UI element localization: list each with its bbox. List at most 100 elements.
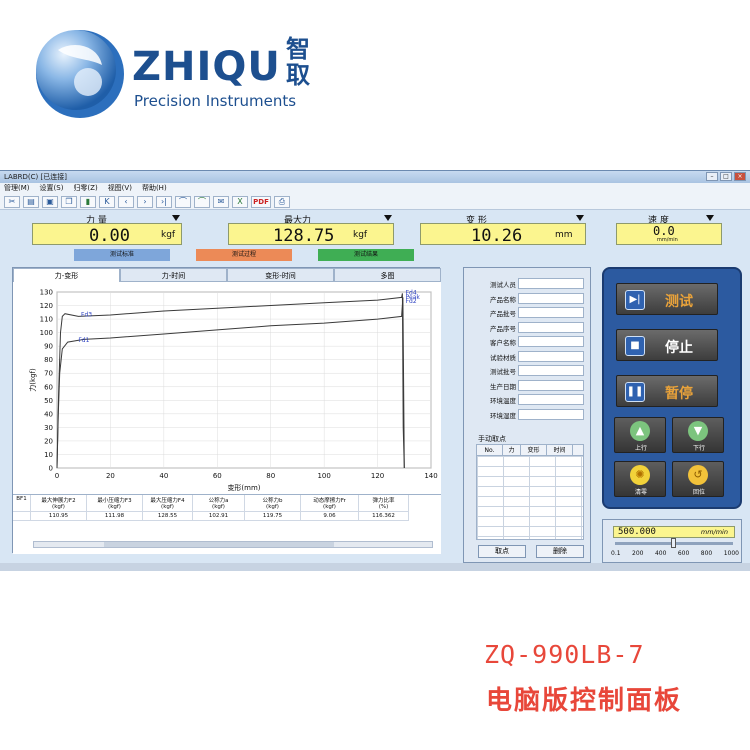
curve-icon[interactable]: ⌒ — [175, 196, 191, 208]
info-field-input[interactable] — [518, 408, 584, 420]
deformation-readout: 10.26 mm — [420, 223, 586, 246]
scrollbar-thumb[interactable] — [104, 542, 334, 547]
info-field-label: 测试批号 — [490, 368, 516, 376]
window-title: LABRD(C) [已连接] — [4, 173, 67, 181]
speed-slider[interactable] — [615, 538, 733, 548]
deformation-dropdown-icon[interactable] — [576, 215, 584, 221]
print-icon[interactable]: ⎙ — [274, 196, 290, 208]
header-title: BF1 — [16, 496, 27, 502]
open-icon[interactable]: ▤ — [23, 196, 39, 208]
header-title: 公称力a — [208, 498, 229, 504]
readouts-bar: 力 量 0.00 kgf 最大力 128.75 kgf 变 形 10.26 mm… — [0, 211, 750, 249]
curve-fit-icon[interactable]: ⌒ — [194, 196, 210, 208]
pick-point-button[interactable]: 取点 — [478, 545, 526, 558]
y-tick-label: 130 — [40, 289, 53, 297]
info-field-row: 产品批号 — [468, 307, 588, 319]
maximize-button[interactable]: □ — [720, 172, 732, 181]
info-field-input[interactable] — [518, 292, 584, 304]
minimize-button[interactable]: – — [706, 172, 718, 181]
speed-dropdown-icon[interactable] — [706, 215, 714, 221]
pause-button[interactable]: ❚❚ 暂停 — [616, 375, 718, 407]
pause-label: 暂停 — [665, 386, 693, 402]
results-cell: 9.06 — [301, 512, 359, 521]
next-icon[interactable]: › — [137, 196, 153, 208]
table-scrollbar[interactable] — [33, 541, 433, 548]
tab-deformation-time[interactable]: 变形-时间 — [227, 268, 334, 282]
mail-icon[interactable]: ✉ — [213, 196, 229, 208]
y-tick-label: 10 — [44, 451, 53, 459]
col-time: 时间 — [547, 445, 573, 455]
test-label: 测试 — [665, 294, 693, 310]
brand-name: ZHIQU — [132, 44, 281, 90]
speed-setting-unit: mm/min — [700, 528, 728, 536]
x-tick-label: 100 — [317, 472, 330, 480]
return-button[interactable]: ↺ 回位 — [672, 461, 724, 497]
tab-force-time[interactable]: 力-时间 — [120, 268, 227, 282]
info-field-input[interactable] — [518, 278, 584, 289]
results-header-cell: 动态摩擦力Fr (kgf) — [301, 495, 359, 512]
zero-button[interactable]: ✺ 清零 — [614, 461, 666, 497]
x-tick-label: 40 — [159, 472, 168, 480]
results-cell: 110.95 — [31, 512, 87, 521]
up-button[interactable]: ▲ 上行 — [614, 417, 666, 453]
force-deformation-chart: 0 20 40 60 80 100 120 140 0 10 20 30 40 50 60 70 80 90 100… — [13, 282, 441, 494]
save-icon[interactable]: ▣ — [42, 196, 58, 208]
tab-force-deformation[interactable]: 力-变形 — [13, 268, 120, 282]
tab-multi-chart[interactable]: 多图 — [334, 268, 441, 282]
copy-icon[interactable]: ❐ — [61, 196, 77, 208]
tab-test-result[interactable]: 测试结果 — [318, 249, 414, 261]
speed-tick: 600 — [677, 550, 690, 557]
menu-item-zero[interactable]: 归零(Z) — [73, 183, 97, 194]
pdf-icon[interactable]: PDF — [251, 196, 271, 208]
stop-button[interactable]: ■ 停止 — [616, 329, 718, 361]
prev-icon[interactable]: ‹ — [118, 196, 134, 208]
results-table: BF1 最大伸展力F2 (kgf) 最小压缩力F3 (kgf) 最大压缩力F4 (kgf) 公… — [13, 494, 441, 554]
speed-slider-ticks: 0.1 200 400 600 800 1000 — [611, 550, 739, 557]
brand-chinese: 智取 — [286, 35, 310, 89]
info-field-label: 生产日期 — [490, 382, 516, 391]
tab-test-standard[interactable]: 测试标准 — [74, 249, 170, 261]
speed-setting-input[interactable]: 500.000 mm/min — [613, 526, 735, 538]
info-field-input[interactable] — [518, 321, 584, 333]
y-tick-label: 40 — [44, 410, 53, 418]
force-dropdown-icon[interactable] — [172, 215, 180, 221]
info-field-label: 产品批号 — [490, 310, 516, 318]
header-title: 最大伸展力F2 — [41, 498, 76, 504]
status-strip — [0, 563, 750, 571]
max-force-readout: 128.75 kgf — [228, 223, 394, 246]
info-field-input[interactable] — [518, 394, 584, 405]
max-force-dropdown-icon[interactable] — [384, 215, 392, 221]
info-field-input[interactable] — [518, 307, 584, 318]
menu-item-settings[interactable]: 设置(S) — [40, 183, 64, 194]
y-tick-label: 60 — [44, 383, 53, 391]
cut-icon[interactable]: ✂ — [4, 196, 20, 208]
info-field-input[interactable] — [518, 379, 584, 391]
header-unit: (kgf) — [266, 504, 279, 510]
down-button[interactable]: ▼ 下行 — [672, 417, 724, 453]
excel-icon[interactable]: X — [232, 196, 248, 208]
menu-item-manage[interactable]: 管理(M) — [4, 183, 30, 194]
first-icon[interactable]: K — [99, 196, 115, 208]
last-icon[interactable]: ›| — [156, 196, 172, 208]
info-panel: 手动取点 No. 力 变形 时间 取点 删除 测试人员 产品名称 产品批号 产品序号客… — [463, 267, 591, 563]
info-field-input[interactable] — [518, 336, 584, 347]
delete-point-button[interactable]: 删除 — [536, 545, 584, 558]
speed-value: 0.0 — [653, 224, 675, 238]
speed-slider-thumb[interactable] — [671, 538, 676, 548]
menu-item-help[interactable]: 帮助(H) — [142, 183, 167, 194]
close-button[interactable]: × — [734, 172, 746, 181]
delete-icon[interactable]: ▮ — [80, 196, 96, 208]
up-label: 上行 — [634, 445, 647, 452]
y-tick-label: 110 — [40, 316, 53, 324]
test-button[interactable]: ▶| 测试 — [616, 283, 718, 315]
control-panel: ▶| 测试 ■ 停止 ❚❚ 暂停 ▲ 上行 ▼ 下行 ✺ 清零 ↺ 回位 — [602, 267, 742, 509]
info-field-input[interactable] — [518, 350, 584, 362]
info-field-label: 产品序号 — [490, 324, 516, 333]
results-header-cell: 最大伸展力F2 (kgf) — [31, 495, 87, 512]
results-header-cell: BF1 — [13, 495, 31, 512]
menu-item-view[interactable]: 视图(V) — [108, 183, 132, 194]
tab-test-process[interactable]: 测试过程 — [196, 249, 292, 261]
info-field-row: 试验材质 — [468, 350, 588, 363]
info-field-input[interactable] — [518, 365, 584, 376]
speed-unit: mm/min — [657, 237, 678, 243]
